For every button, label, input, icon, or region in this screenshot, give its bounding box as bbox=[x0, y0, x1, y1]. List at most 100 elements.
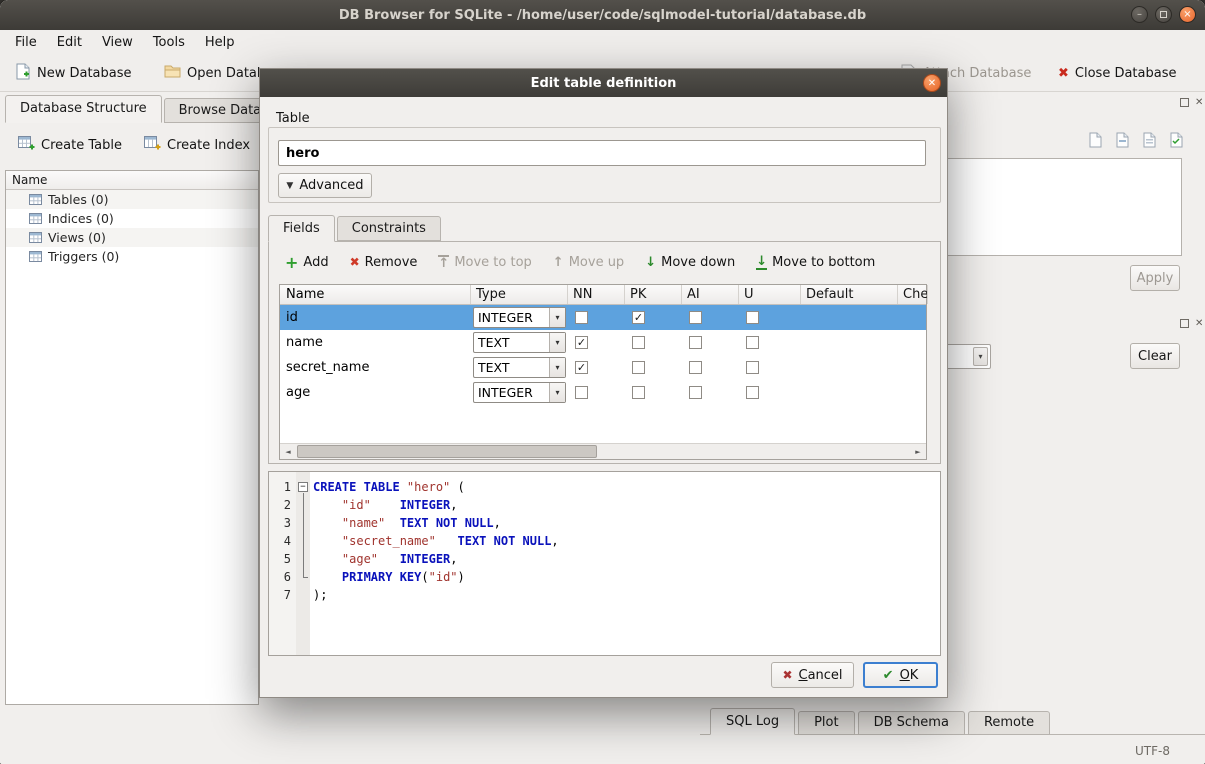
nn-checkbox[interactable]: ✓ bbox=[575, 336, 588, 349]
chevron-down-icon: ▼ bbox=[286, 181, 293, 191]
bottom-tab-remote[interactable]: Remote bbox=[968, 711, 1050, 735]
cancel-button[interactable]: ✖ Cancel bbox=[771, 662, 854, 688]
type-combobox[interactable]: TEXT▾ bbox=[473, 332, 566, 353]
close-dialog-button[interactable]: ✕ bbox=[923, 74, 941, 92]
fold-marker: − bbox=[296, 478, 310, 496]
type-combobox[interactable]: TEXT▾ bbox=[473, 357, 566, 378]
create-table-button[interactable]: Create Table bbox=[12, 131, 128, 159]
horizontal-scrollbar[interactable]: ◄ ► bbox=[280, 443, 926, 459]
nn-checkbox[interactable] bbox=[575, 311, 588, 324]
close-dock-icon[interactable]: ✕ bbox=[1195, 318, 1203, 329]
maximize-button[interactable] bbox=[1155, 6, 1172, 23]
ai-checkbox[interactable] bbox=[689, 386, 702, 399]
bottom-tab-sql-log[interactable]: SQL Log bbox=[710, 708, 795, 735]
table-name-input[interactable]: hero bbox=[278, 140, 926, 166]
ai-checkbox[interactable] bbox=[689, 336, 702, 349]
menu-edit[interactable]: Edit bbox=[47, 32, 92, 53]
chevron-down-icon[interactable]: ▾ bbox=[549, 383, 565, 402]
document-icon[interactable] bbox=[1139, 129, 1159, 150]
chevron-down-icon[interactable]: ▾ bbox=[549, 333, 565, 352]
close-window-button[interactable]: × bbox=[1179, 6, 1196, 23]
pk-checkbox[interactable] bbox=[632, 336, 645, 349]
scroll-right-icon[interactable]: ► bbox=[910, 448, 926, 456]
menu-help[interactable]: Help bbox=[195, 32, 245, 53]
chevron-down-icon[interactable]: ▾ bbox=[549, 308, 565, 327]
edit-cell-textarea[interactable] bbox=[940, 158, 1182, 256]
nn-checkbox[interactable]: ✓ bbox=[575, 361, 588, 374]
close-dock-icon[interactable]: ✕ bbox=[1195, 97, 1203, 108]
u-checkbox[interactable] bbox=[746, 361, 759, 374]
fold-marker bbox=[296, 514, 310, 532]
document-icon[interactable] bbox=[1112, 129, 1132, 150]
document-icon[interactable] bbox=[1166, 129, 1186, 150]
menu-tools[interactable]: Tools bbox=[143, 32, 195, 53]
ai-checkbox[interactable] bbox=[689, 361, 702, 374]
scroll-left-icon[interactable]: ◄ bbox=[280, 448, 296, 456]
close-database-button[interactable]: ✖ Close Database bbox=[1052, 59, 1182, 87]
chevron-down-icon[interactable]: ▾ bbox=[973, 347, 988, 366]
minimize-button[interactable]: – bbox=[1131, 6, 1148, 23]
sql-line-7: 7); bbox=[269, 586, 940, 604]
ok-button[interactable]: ✔ OK bbox=[863, 662, 938, 688]
field-row-id[interactable]: idINTEGER▾✓ bbox=[280, 305, 926, 330]
fold-collapse-icon[interactable]: − bbox=[298, 482, 308, 492]
tab-constraints[interactable]: Constraints bbox=[337, 216, 441, 241]
u-checkbox[interactable] bbox=[746, 311, 759, 324]
move-to-top-button[interactable]: ↑ Move to top bbox=[438, 255, 531, 270]
tree-item-triggers[interactable]: Triggers (0) bbox=[6, 247, 258, 266]
tree-item-indices[interactable]: Indices (0) bbox=[6, 209, 258, 228]
dialog-titlebar[interactable]: Edit table definition ✕ bbox=[260, 69, 947, 97]
fold-marker bbox=[296, 550, 310, 568]
move-down-button[interactable]: ↓ Move down bbox=[645, 255, 735, 270]
bottom-tab-db-schema[interactable]: DB Schema bbox=[858, 711, 965, 735]
field-row-age[interactable]: ageINTEGER▾ bbox=[280, 380, 926, 405]
pk-checkbox[interactable]: ✓ bbox=[632, 311, 645, 324]
column-header-u[interactable]: U bbox=[739, 285, 801, 304]
column-header-nn[interactable]: NN bbox=[568, 285, 625, 304]
field-row-secret_name[interactable]: secret_nameTEXT▾✓ bbox=[280, 355, 926, 380]
type-combobox[interactable]: INTEGER▾ bbox=[473, 307, 566, 328]
clear-button[interactable]: Clear bbox=[1130, 343, 1180, 369]
bottom-tab-plot[interactable]: Plot bbox=[798, 711, 855, 735]
menu-view[interactable]: View bbox=[92, 32, 143, 53]
scrollbar-track[interactable] bbox=[296, 444, 910, 460]
create-index-button[interactable]: Create Index bbox=[138, 131, 256, 159]
advanced-toggle-button[interactable]: ▼ Advanced bbox=[278, 173, 372, 198]
remove-field-button[interactable]: ✖ Remove bbox=[350, 255, 418, 270]
float-dock-icon[interactable] bbox=[1180, 319, 1189, 328]
pk-checkbox[interactable] bbox=[632, 386, 645, 399]
new-database-icon bbox=[14, 63, 31, 84]
field-row-name[interactable]: nameTEXT▾✓ bbox=[280, 330, 926, 355]
field-check-cell bbox=[898, 380, 928, 405]
u-checkbox[interactable] bbox=[746, 386, 759, 399]
scrollbar-thumb[interactable] bbox=[297, 445, 597, 458]
pk-checkbox[interactable] bbox=[632, 361, 645, 374]
type-combobox[interactable]: INTEGER▾ bbox=[473, 382, 566, 403]
menu-file[interactable]: File bbox=[5, 32, 47, 53]
edit-cell-toolbar bbox=[1085, 129, 1186, 150]
tab-database-structure[interactable]: Database Structure bbox=[5, 95, 162, 123]
tree-item-tables[interactable]: Tables (0) bbox=[6, 190, 258, 209]
column-header-check[interactable]: Check bbox=[898, 285, 928, 304]
column-header-name[interactable]: Name bbox=[280, 285, 471, 304]
document-icon[interactable] bbox=[1085, 129, 1105, 150]
tree-header-name[interactable]: Name bbox=[6, 171, 258, 190]
add-field-button[interactable]: + Add bbox=[285, 255, 329, 270]
new-database-button[interactable]: New Database bbox=[8, 59, 138, 87]
column-header-type[interactable]: Type bbox=[471, 285, 568, 304]
column-header-pk[interactable]: PK bbox=[625, 285, 682, 304]
tab-fields[interactable]: Fields bbox=[268, 215, 335, 242]
move-up-button[interactable]: ↑ Move up bbox=[553, 255, 624, 270]
u-checkbox[interactable] bbox=[746, 336, 759, 349]
column-header-default[interactable]: Default bbox=[801, 285, 898, 304]
float-dock-icon[interactable] bbox=[1180, 98, 1189, 107]
ai-checkbox[interactable] bbox=[689, 311, 702, 324]
tree-item-views[interactable]: Views (0) bbox=[6, 228, 258, 247]
column-header-ai[interactable]: AI bbox=[682, 285, 739, 304]
chevron-down-icon[interactable]: ▾ bbox=[549, 358, 565, 377]
move-to-bottom-button[interactable]: ↓ Move to bottom bbox=[756, 255, 875, 270]
window-titlebar[interactable]: DB Browser for SQLite - /home/user/code/… bbox=[0, 0, 1205, 30]
sql-preview[interactable]: 1−CREATE TABLE "hero" (2 "id" INTEGER,3 … bbox=[268, 471, 941, 656]
apply-button[interactable]: Apply bbox=[1130, 265, 1180, 291]
nn-checkbox[interactable] bbox=[575, 386, 588, 399]
